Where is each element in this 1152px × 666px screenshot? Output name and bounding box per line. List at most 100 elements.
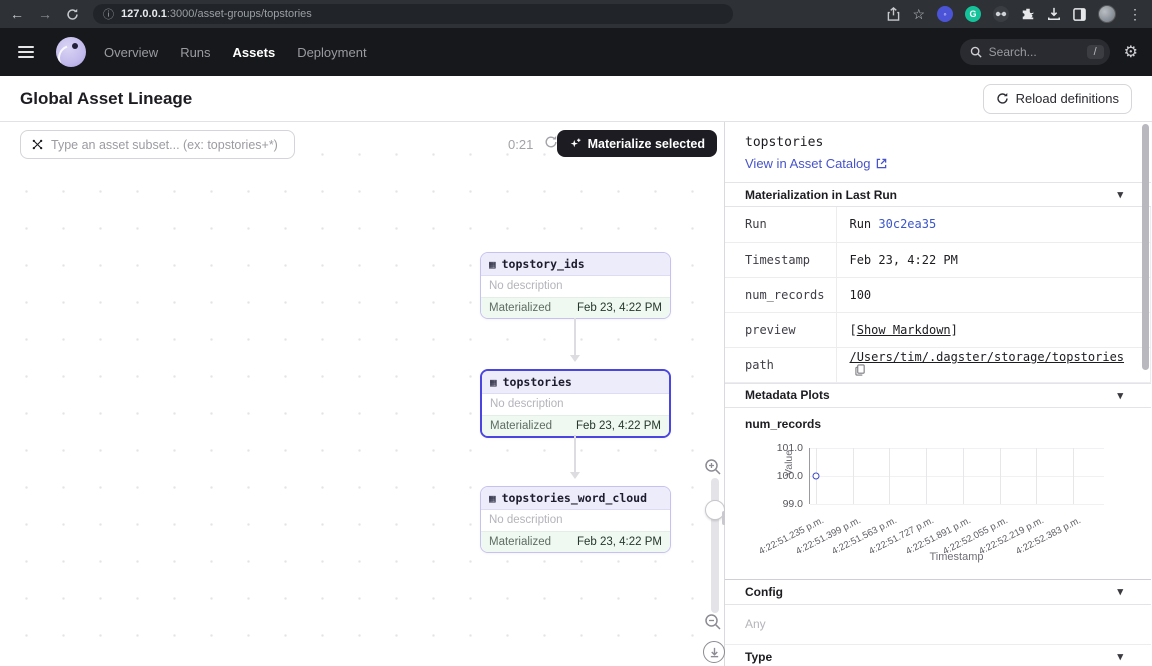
refresh-timer: 0:21 [508,137,533,152]
collapse-caret-icon[interactable]: ▾ [1117,650,1123,663]
site-info-icon[interactable]: ⓘ [103,6,114,22]
refresh-graph-icon[interactable] [544,135,558,149]
table-icon: ▦ [489,258,496,271]
extensions-puzzle-icon[interactable] [1021,7,1035,21]
grammarly-extension-icon[interactable]: G [965,6,981,22]
plot-y-tick: 101.0 [769,442,803,454]
asset-materialized-time: Feb 23, 4:22 PM [577,302,662,314]
url-bar[interactable]: ⓘ 127.0.0.1:3000/asset-groups/topstories [93,4,733,24]
glasses-extension-icon[interactable] [993,6,1009,22]
browser-toolbar: ← → ⓘ 127.0.0.1:3000/asset-groups/topsto… [0,0,1152,28]
settings-gear-icon[interactable]: ⚙ [1124,42,1138,62]
browser-reload-icon[interactable] [66,8,79,21]
collapse-caret-icon[interactable]: ▾ [1117,585,1123,598]
asset-node-topstory-ids[interactable]: ▦topstory_ids No description Materialize… [480,252,671,319]
page-header: Global Asset Lineage Reload definitions [0,76,1152,122]
profile-avatar[interactable] [1098,5,1116,23]
section-metadata-plots[interactable]: Metadata Plots▾ [725,383,1151,408]
browser-back-icon[interactable]: ← [10,7,24,21]
plot-gridline [926,448,927,504]
section-config[interactable]: Config▾ [725,580,1151,605]
panel-scrollbar[interactable] [1142,124,1149,370]
run-id-link[interactable]: 30c2ea35 [878,217,936,231]
metadata-key: Run [725,207,837,242]
table-row: Run Run 30c2ea35 [725,207,1151,242]
asset-materialized-time: Feb 23, 4:22 PM [576,420,661,432]
plot-y-tick: 99.0 [769,498,803,510]
browser-menu-icon[interactable]: ⋮ [1128,7,1142,21]
section-type[interactable]: Type▾ [725,645,1151,666]
external-link-icon [876,158,887,169]
edge-topstories-to-word-cloud [574,435,576,477]
zoom-to-fit-icon[interactable] [703,641,725,663]
reload-definitions-button[interactable]: Reload definitions [983,84,1132,114]
asset-subset-input[interactable] [51,138,284,152]
downloads-icon[interactable] [1047,7,1061,21]
plot-gridline [1073,448,1074,504]
nav-item-assets[interactable]: Assets [233,45,276,60]
zoom-in-icon[interactable] [704,458,722,476]
edge-topstory-ids-to-topstories [574,318,576,360]
share-icon[interactable] [887,7,900,21]
table-row: Timestamp Feb 23, 4:22 PM [725,242,1151,277]
asset-status: Materialized [489,536,551,548]
storage-path-link[interactable]: /Users/tim/.dagster/storage/topstories [849,350,1124,364]
asset-description: No description [481,510,670,531]
plot-data-point[interactable] [813,472,820,479]
asset-details-panel: topstories View in Asset Catalog Materia… [725,122,1151,666]
zoom-slider-track[interactable] [711,478,719,613]
metadata-value: 100 [837,277,1151,312]
table-row: path /Users/tim/.dagster/storage/topstor… [725,347,1151,382]
config-value: Any [725,605,1151,645]
selected-asset-title: topstories [745,135,1131,150]
materialize-sparkle-icon [569,137,582,150]
search-icon [970,46,982,58]
plot-x-labels: 4:22:51.235 p.m.4:22:51.399 p.m.4:22:51.… [809,507,1104,547]
sidebar-toggle-icon[interactable] [1073,8,1086,21]
asset-node-topstories-word-cloud[interactable]: ▦topstories_word_cloud No description Ma… [480,486,671,553]
collapse-caret-icon[interactable]: ▾ [1117,188,1123,201]
metadata-key: num_records [725,277,837,312]
nav-item-deployment[interactable]: Deployment [297,45,366,60]
browser-forward-icon[interactable]: → [38,7,52,21]
bookmark-star-icon[interactable]: ☆ [912,7,925,21]
materialize-selected-button[interactable]: Materialize selected [557,130,717,157]
asset-description: No description [481,276,670,297]
last-run-metadata-table: Run Run 30c2ea35 Timestamp Feb 23, 4:22 … [725,207,1151,383]
plot-area[interactable] [809,448,1104,504]
url-text[interactable]: 127.0.0.1:3000/asset-groups/topstories [121,8,312,20]
reload-icon [996,92,1009,105]
table-icon: ▦ [490,376,497,389]
copy-path-icon[interactable] [855,365,866,379]
global-search[interactable]: / [960,39,1110,65]
dagster-logo[interactable] [56,37,86,67]
search-input[interactable] [989,45,1080,59]
metadata-key: path [725,347,837,382]
metadata-key: Timestamp [725,242,837,277]
nav-item-runs[interactable]: Runs [180,45,210,60]
asset-description: No description [482,394,669,415]
metadata-value: Feb 23, 4:22 PM [837,242,1151,277]
plot-gridline [889,448,890,504]
asset-graph-canvas[interactable]: 0:21 Materialize selected ▦topstory_ids … [0,122,725,666]
password-extension-icon[interactable]: ◦ [937,6,953,22]
view-in-asset-catalog-link[interactable]: View in Asset Catalog [745,156,887,171]
plot-gridline [853,448,854,504]
plot-y-tick: 100.0 [769,470,803,482]
plot-gridline [1036,448,1037,504]
metadata-key: preview [725,312,837,347]
zoom-out-icon[interactable] [704,613,722,631]
nav-item-overview[interactable]: Overview [104,45,158,60]
collapse-caret-icon[interactable]: ▾ [1117,389,1123,402]
plot-x-axis-title: Timestamp [809,551,1104,563]
section-materialization-last-run[interactable]: Materialization in Last Run▾ [725,182,1151,207]
asset-subset-filter[interactable] [20,130,295,159]
search-shortcut-badge: / [1087,45,1104,59]
show-markdown-link[interactable]: Show Markdown [857,323,951,337]
table-row: num_records 100 [725,277,1151,312]
num-records-plot: num_records Value 4:22:51.235 p.m.4:22:5… [725,408,1151,580]
asset-node-topstories[interactable]: ▦topstories No description MaterializedF… [480,369,671,438]
hamburger-menu-icon[interactable] [14,42,38,62]
op-selector-icon [31,138,44,151]
asset-name: topstories_word_cloud [502,491,647,505]
